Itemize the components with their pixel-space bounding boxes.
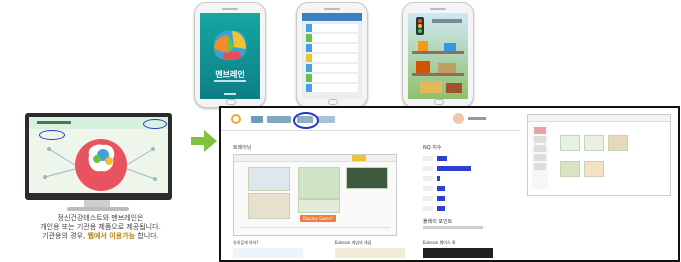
list-item[interactable] [306, 84, 358, 92]
web-app-topbar [221, 108, 521, 131]
tab-training[interactable] [267, 116, 291, 123]
bottom-thumb-3 [423, 248, 493, 258]
menu-screen [302, 13, 362, 99]
nq-bar [437, 186, 445, 191]
nq-index-title: NQ 지수 [423, 145, 442, 151]
bottom-label-3: Enbrain 웨이스 룩 [423, 240, 456, 245]
side-app-preview [527, 114, 671, 196]
side-menu-item[interactable] [534, 163, 546, 170]
category-tabs [234, 155, 396, 162]
caption-highlight: 웹에서 이용가능 [87, 232, 136, 240]
bottom-label-1: 유의깊게 하자? [233, 240, 259, 245]
product-caption: 정신건강테스트와 멘브레인은 개인용 또는 기관용 제품으로 제공됩니다. 기관… [8, 214, 193, 241]
nq-bar [437, 176, 440, 181]
nq-row [423, 186, 433, 191]
phone-speaker [324, 8, 340, 10]
phone-home-button[interactable] [434, 99, 444, 105]
nq-row [423, 206, 433, 211]
list-item[interactable] [306, 24, 358, 32]
phone-speaker [222, 8, 238, 10]
phone-home-button[interactable] [226, 99, 236, 105]
list-item[interactable] [306, 64, 358, 72]
caption-prefix: 기관용의 경우, [42, 232, 86, 240]
bottom-thumb-2 [335, 248, 405, 258]
phone-speaker [430, 8, 446, 10]
game-card[interactable] [248, 193, 290, 219]
caption-line-1: 정신건강테스트와 멘브레인은 [57, 214, 144, 222]
phone-menu [296, 2, 368, 108]
play-points-placeholder [423, 226, 483, 229]
monitor-base [67, 207, 129, 211]
right-arrow-icon [191, 130, 217, 152]
caption-suffix: 합니다. [137, 232, 159, 240]
nq-bar [437, 196, 445, 201]
monitor-screen [29, 117, 168, 193]
phone-game [402, 2, 474, 108]
desktop-monitor [25, 113, 172, 200]
caption-line-3: 기관용의 경우, 웹에서 이용가능 합니다. [8, 232, 193, 241]
side-topbar [528, 115, 670, 122]
avatar[interactable] [453, 113, 464, 124]
user-name-placeholder [468, 117, 486, 120]
nq-bar [437, 206, 445, 211]
side-card[interactable] [584, 135, 604, 151]
menu-header [302, 13, 362, 21]
training-section-title: 트레이닝 [233, 145, 252, 151]
side-card[interactable] [560, 135, 580, 151]
training-panel: Display Game? [233, 154, 397, 236]
side-card[interactable] [560, 161, 580, 177]
tab-highlight-circle [293, 112, 319, 129]
menu-list [306, 24, 358, 92]
game-card[interactable] [248, 167, 290, 191]
side-menu-item[interactable] [534, 154, 546, 161]
tab-info[interactable] [317, 116, 335, 123]
phone-home-button[interactable] [328, 99, 338, 105]
game-scene-illustration [412, 17, 464, 93]
side-card[interactable] [608, 135, 628, 151]
nq-row [423, 176, 433, 181]
nq-bar [437, 166, 471, 171]
splash-subtitle-line [214, 80, 246, 82]
category-tab-active[interactable] [352, 155, 366, 161]
list-item[interactable] [306, 44, 358, 52]
nq-bar [437, 156, 447, 161]
play-game-button[interactable]: Display Game? [300, 215, 336, 222]
game-card[interactable] [346, 167, 388, 189]
list-item[interactable] [306, 34, 358, 42]
splash-screen: 멘브레인 [200, 13, 260, 99]
nq-row [423, 156, 433, 161]
side-menu-item[interactable] [534, 145, 546, 152]
panel-footer-line [240, 227, 390, 228]
phone-splash: 멘브레인 [194, 2, 266, 108]
play-points-title: 플레이 포인트 [423, 219, 453, 225]
mind-map-graphic [43, 139, 157, 191]
logo-icon [231, 114, 241, 124]
nq-row [423, 166, 433, 171]
game-screen [408, 13, 468, 99]
caption-line-2: 개인용 또는 기관용 제품으로 제공됩니다. [40, 223, 161, 231]
nq-row [423, 196, 433, 201]
game-card[interactable] [298, 199, 340, 213]
web-header-text [37, 121, 71, 124]
side-menu [532, 125, 548, 189]
list-item[interactable] [306, 74, 358, 82]
side-menu-item[interactable] [534, 127, 546, 134]
web-highlight-circle [143, 119, 167, 129]
side-menu-item[interactable] [534, 136, 546, 143]
bottom-thumb-1 [233, 248, 303, 258]
bottom-label-2: Enbrain 게임의 개념 [335, 240, 372, 245]
list-item[interactable] [306, 54, 358, 62]
side-card[interactable] [584, 161, 604, 177]
web-app-screenshot: 트레이닝 Display Game? NQ 지수 플레이 포인트 유의깊게 하자… [219, 106, 680, 262]
game-card[interactable] [298, 167, 340, 199]
splash-title: 멘브레인 [215, 70, 245, 79]
splash-footer-line [224, 93, 236, 95]
tab-home[interactable] [251, 116, 263, 123]
brain-logo-icon [213, 30, 247, 61]
